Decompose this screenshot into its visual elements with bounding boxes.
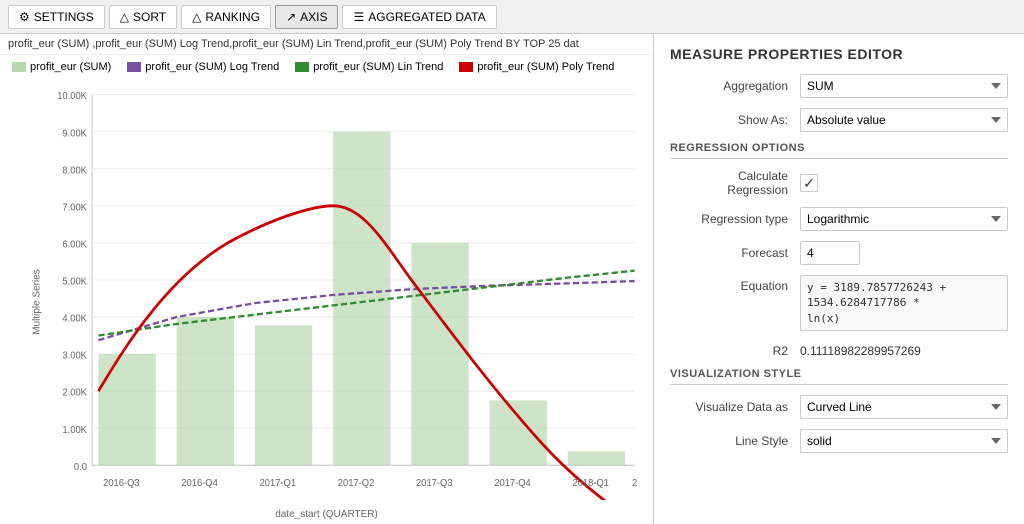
forecast-row: Forecast — [670, 241, 1008, 265]
x-axis-label: date_start (QUARTER) — [275, 509, 378, 520]
aggregation-value-wrapper: SUM — [800, 74, 1008, 98]
ranking-button[interactable]: △ RANKING — [181, 5, 271, 29]
calculate-regression-label: Calculate Regression — [670, 169, 800, 197]
main-content: profit_eur (SUM) ,profit_eur (SUM) Log T… — [0, 34, 1024, 524]
equation-value-wrapper: y = 3189.7857726243 + 1534.6284717786 * … — [800, 275, 1008, 334]
settings-button[interactable]: ⚙ SETTINGS — [8, 5, 105, 29]
aggregation-label: Aggregation — [670, 79, 800, 93]
visualize-data-row: Visualize Data as Curved Line Bar Line — [670, 395, 1008, 419]
toolbar: ⚙ SETTINGS △ SORT △ RANKING ↗ AXIS ☰ AGG… — [0, 0, 1024, 34]
calculate-regression-value: ✓ — [800, 174, 1008, 192]
regression-type-select[interactable]: Logarithmic Linear Polynomial Curved — [800, 207, 1008, 231]
legend-color-3 — [295, 62, 309, 72]
legend-label-3: profit_eur (SUM) Lin Trend — [313, 61, 443, 73]
equation-label: Equation — [670, 275, 800, 293]
calculate-regression-row: Calculate Regression ✓ — [670, 169, 1008, 197]
svg-text:2018-Q1: 2018-Q1 — [573, 478, 610, 490]
legend-color-1 — [12, 62, 26, 72]
aggregated-data-button[interactable]: ☰ AGGREGATED DATA — [342, 5, 496, 29]
regression-type-row: Regression type Logarithmic Linear Polyn… — [670, 207, 1008, 231]
legend-item-1: profit_eur (SUM) — [12, 61, 111, 73]
visualize-data-select[interactable]: Curved Line Bar Line — [800, 395, 1008, 419]
svg-text:2017-Q3: 2017-Q3 — [416, 478, 453, 490]
y-axis-label: Multiple Series — [31, 269, 42, 335]
visualize-data-label: Visualize Data as — [670, 400, 800, 414]
regression-type-label: Regression type — [670, 212, 800, 226]
axis-button[interactable]: ↗ AXIS — [275, 5, 338, 29]
regression-type-value-wrapper: Logarithmic Linear Polynomial Curved — [800, 207, 1008, 231]
svg-text:4.00K: 4.00K — [62, 313, 87, 325]
line-style-row: Line Style solid dashed dotted — [670, 429, 1008, 453]
svg-text:8.00K: 8.00K — [62, 165, 87, 177]
svg-text:2016-Q4: 2016-Q4 — [181, 478, 218, 490]
svg-text:6.00K: 6.00K — [62, 239, 87, 251]
visualize-data-value-wrapper: Curved Line Bar Line — [800, 395, 1008, 419]
show-as-row: Show As: Absolute value Percentage Runni… — [670, 108, 1008, 132]
svg-text:2017-Q2: 2017-Q2 — [338, 478, 375, 490]
svg-text:7.00K: 7.00K — [62, 202, 87, 214]
r2-value: 0.11118982289957269 — [800, 344, 1008, 358]
forecast-input[interactable] — [800, 241, 860, 265]
show-as-value-wrapper: Absolute value Percentage Running total — [800, 108, 1008, 132]
svg-text:5.00K: 5.00K — [62, 276, 87, 288]
legend-label-4: profit_eur (SUM) Poly Trend — [477, 61, 614, 73]
gear-icon: ⚙ — [19, 10, 30, 24]
sort-button[interactable]: △ SORT — [109, 5, 177, 29]
chart-query: profit_eur (SUM) ,profit_eur (SUM) Log T… — [0, 34, 653, 55]
r2-label: R2 — [670, 344, 800, 358]
equation-textarea[interactable]: y = 3189.7857726243 + 1534.6284717786 * … — [800, 275, 1008, 331]
sort-label: SORT — [133, 10, 166, 24]
legend-color-2 — [127, 62, 141, 72]
aggregation-row: Aggregation SUM — [670, 74, 1008, 98]
calculate-regression-checkbox[interactable]: ✓ — [800, 174, 818, 192]
regression-section-header: REGRESSION OPTIONS — [670, 142, 1008, 159]
aggregated-label: AGGREGATED DATA — [368, 10, 485, 24]
panel-title: MEASURE PROPERTIES EDITOR — [670, 46, 1008, 62]
legend-color-4 — [459, 62, 473, 72]
legend-label-2: profit_eur (SUM) Log Trend — [145, 61, 279, 73]
forecast-value-wrapper — [800, 241, 1008, 265]
settings-label: SETTINGS — [34, 10, 94, 24]
legend-label-1: profit_eur (SUM) — [30, 61, 111, 73]
svg-text:9.00K: 9.00K — [62, 128, 87, 140]
properties-panel: MEASURE PROPERTIES EDITOR Aggregation SU… — [654, 34, 1024, 524]
aggregated-icon: ☰ — [353, 10, 364, 24]
svg-text:2017-Q4: 2017-Q4 — [494, 478, 531, 490]
line-style-select[interactable]: solid dashed dotted — [800, 429, 1008, 453]
visualization-section-header: VISUALIZATION STYLE — [670, 368, 1008, 385]
show-as-select[interactable]: Absolute value Percentage Running total — [800, 108, 1008, 132]
show-as-label: Show As: — [670, 113, 800, 127]
axis-label: AXIS — [300, 10, 327, 24]
aggregation-select[interactable]: SUM — [800, 74, 1008, 98]
svg-text:1.00K: 1.00K — [62, 424, 87, 436]
svg-text:2.00K: 2.00K — [62, 387, 87, 399]
svg-text:0.0: 0.0 — [74, 461, 87, 473]
axis-icon: ↗ — [286, 10, 296, 24]
svg-text:2: 2 — [632, 478, 638, 490]
forecast-label: Forecast — [670, 246, 800, 260]
ranking-label: RANKING — [205, 10, 260, 24]
chart-area: profit_eur (SUM) ,profit_eur (SUM) Log T… — [0, 34, 654, 524]
chart-svg: 10.00K 9.00K 8.00K 7.00K 6.00K 5.00K 4.0… — [40, 83, 645, 500]
r2-row: R2 0.11118982289957269 — [670, 344, 1008, 358]
svg-text:2017-Q1: 2017-Q1 — [260, 478, 297, 490]
legend-item-3: profit_eur (SUM) Lin Trend — [295, 61, 443, 73]
svg-text:10.00K: 10.00K — [57, 91, 87, 103]
svg-text:2016-Q3: 2016-Q3 — [103, 478, 140, 490]
equation-row: Equation y = 3189.7857726243 + 1534.6284… — [670, 275, 1008, 334]
line-style-label: Line Style — [670, 434, 800, 448]
legend-item-4: profit_eur (SUM) Poly Trend — [459, 61, 614, 73]
legend-item-2: profit_eur (SUM) Log Trend — [127, 61, 279, 73]
chart-legend: profit_eur (SUM) profit_eur (SUM) Log Tr… — [0, 55, 653, 79]
svg-text:3.00K: 3.00K — [62, 350, 87, 362]
chart-wrapper: Multiple Series 10.00K 9.00K 8.00K 7.00K… — [0, 79, 653, 524]
sort-icon: △ — [120, 10, 129, 24]
line-style-value-wrapper: solid dashed dotted — [800, 429, 1008, 453]
ranking-icon: △ — [192, 10, 201, 24]
